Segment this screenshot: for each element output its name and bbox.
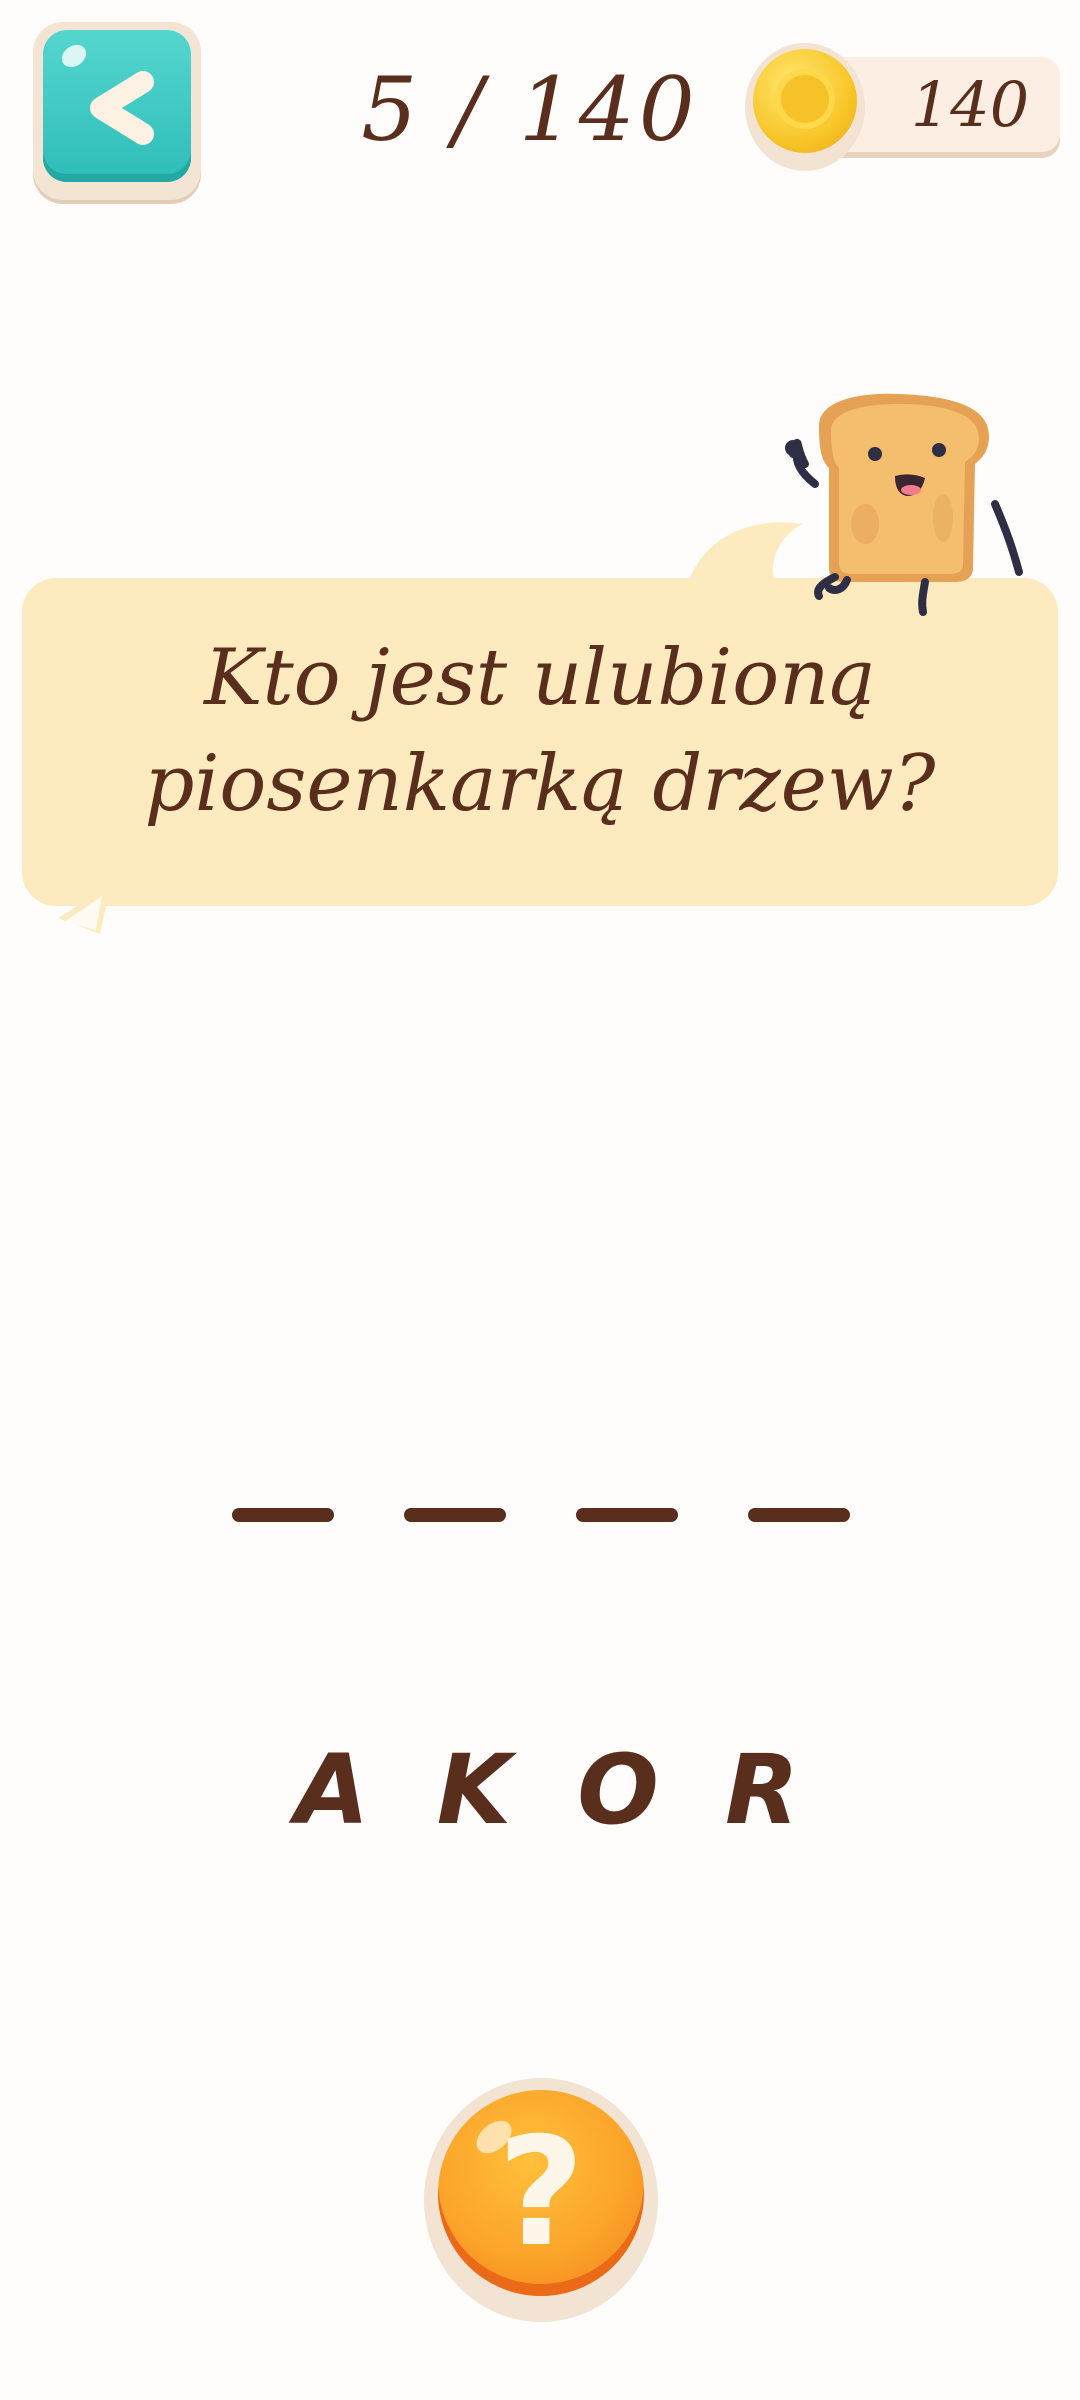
answer-slots: [232, 1508, 852, 1538]
back-button-face: [43, 30, 191, 182]
question-line-2: piosenkarką drzew?: [144, 739, 936, 829]
answer-slot[interactable]: [232, 1508, 334, 1522]
answer-slot[interactable]: [748, 1508, 850, 1522]
question-text: Kto jest ulubioną piosenkarką drzew?: [22, 625, 1058, 865]
coin-inner: [775, 69, 835, 129]
hint-button-face: ?: [438, 2090, 644, 2296]
coin-outer: [753, 49, 857, 153]
letter-choices: A K O R: [260, 1720, 860, 1860]
coin-icon: [745, 43, 865, 171]
question-line-1: Kto jest ulubioną: [204, 633, 876, 723]
question-mark-icon: ?: [497, 2106, 585, 2280]
answer-slot[interactable]: [404, 1508, 506, 1522]
letter-tile[interactable]: R: [712, 1720, 812, 1860]
back-button[interactable]: [33, 22, 201, 200]
answer-slot[interactable]: [576, 1508, 678, 1522]
coin-count: 140: [910, 68, 1030, 141]
level-counter: 5 / 140: [361, 58, 699, 161]
letter-tile[interactable]: K: [424, 1720, 524, 1860]
chevron-left-icon: [90, 71, 154, 145]
letter-tile[interactable]: O: [568, 1720, 668, 1860]
toast-mascot-icon: [785, 393, 1023, 616]
letter-tile[interactable]: A: [282, 1720, 382, 1860]
hint-button[interactable]: ?: [424, 2078, 658, 2322]
